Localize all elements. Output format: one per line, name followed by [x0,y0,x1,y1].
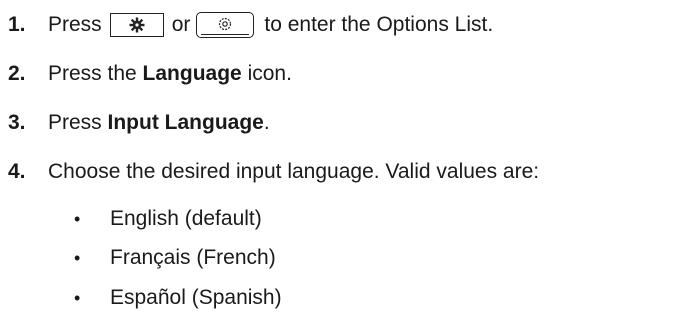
bullet-icon: • [74,208,81,229]
step-number: 2. [8,62,26,85]
step-1: 1. Press or to enter the Options List. [8,10,493,40]
language-term: Language [142,62,242,85]
input-language-term: Input Language [107,111,264,134]
step-4: 4. Choose the desired input language. Va… [8,157,539,187]
step-text-after: icon. [241,62,292,85]
option-spanish: • Español (Spanish) [74,283,282,313]
step-text: Press or to enter the Options List. [48,12,493,38]
step-text-press: Press [48,13,102,36]
option-french: • Français (French) [74,243,276,273]
option-english: • English (default) [74,204,262,234]
option-label: English (default) [110,207,262,230]
step-text: Press Input Language . [48,111,270,135]
step-text-after: to enter the Options List. [264,13,494,36]
step-3: 3. Press Input Language . [8,108,270,138]
bullet-icon: • [74,287,81,308]
settings-button-icon [196,12,255,38]
gear-key-icon [109,13,164,37]
step-text: Press the Language icon. [48,62,292,86]
option-label: Español (Spanish) [110,286,282,309]
step-text-after: . [263,111,270,134]
bullet-icon: • [74,247,81,268]
step-text-before: Press [48,111,108,134]
step-number: 1. [8,13,26,36]
step-text: Choose the desired input language. Valid… [48,160,540,183]
step-2: 2. Press the Language icon. [8,59,292,89]
step-number: 4. [8,160,26,183]
step-text-before: Press the [48,62,143,85]
step-number: 3. [8,111,26,134]
option-label: Français (French) [110,246,276,269]
step-text-or: or [171,13,191,36]
